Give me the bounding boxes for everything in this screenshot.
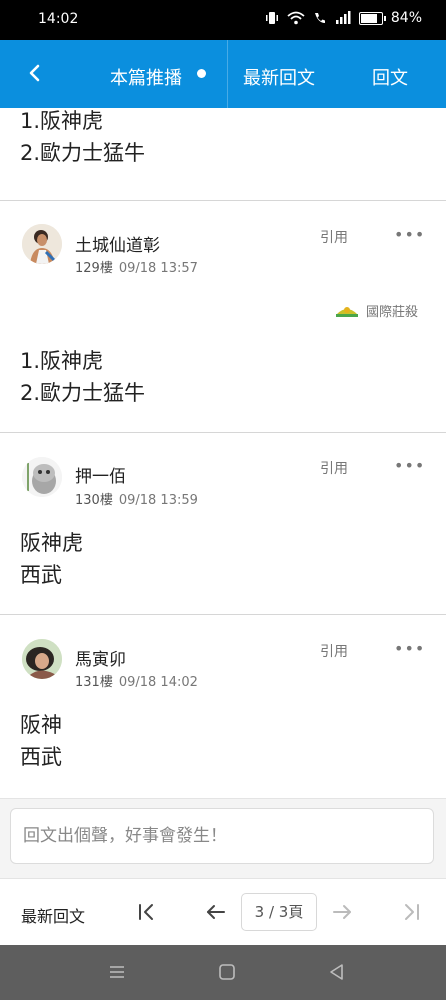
post-line: 西武 xyxy=(20,563,62,587)
previous-page-icon[interactable] xyxy=(203,899,229,925)
pagination-bar: 最新回文 3 / 3頁 xyxy=(0,878,446,946)
post-body: 1.阪神虎 2.歐力士猛牛 xyxy=(20,345,145,409)
quote-button[interactable]: 引用 xyxy=(320,227,348,247)
post-date: 09/18 14:02 xyxy=(118,675,198,690)
vibrate-icon xyxy=(265,12,278,24)
post-date: 09/18 13:57 xyxy=(118,261,198,276)
signal-icon xyxy=(335,11,351,24)
post-line: 2.歐力士猛牛 xyxy=(20,141,146,165)
more-options-button[interactable]: ••• xyxy=(394,225,425,244)
quote-button[interactable]: 引用 xyxy=(320,641,348,661)
username[interactable]: 押一佰 xyxy=(75,462,126,487)
quote-button[interactable]: 引用 xyxy=(320,458,348,478)
post-line: 1.阪神虎 xyxy=(20,109,104,133)
latest-replies-button[interactable]: 最新回文 xyxy=(21,903,85,927)
status-time: 14:02 xyxy=(38,11,79,27)
user-avatar-icon xyxy=(22,639,62,679)
tab-latest-replies[interactable]: 最新回文 xyxy=(243,64,315,90)
call-icon xyxy=(314,13,325,23)
avatar[interactable] xyxy=(22,224,62,264)
post-item: 土城仙道彰 129樓 09/18 13:57 引用 ••• 國際莊殺 1.阪神虎 … xyxy=(0,201,446,432)
signature-badge-icon xyxy=(336,306,358,317)
page-indicator[interactable]: 3 / 3頁 xyxy=(241,893,317,931)
post-body: 阪神虎 西武 xyxy=(20,527,83,591)
post-meta: 131樓 09/18 14:02 xyxy=(75,671,198,690)
back-icon[interactable] xyxy=(327,962,347,982)
more-options-button[interactable]: ••• xyxy=(394,456,425,475)
post-item: 馬寅卯 131樓 09/18 14:02 引用 ••• 阪神 西武 xyxy=(0,615,446,798)
notification-dot-icon xyxy=(197,69,206,78)
home-icon[interactable] xyxy=(217,962,237,982)
thread-content: 1.阪神虎 2.歐力士猛牛 土城仙道彰 129樓 09/18 13:57 引用 •… xyxy=(0,108,446,798)
post-date: 09/18 13:59 xyxy=(118,493,198,508)
first-page-icon[interactable] xyxy=(134,899,160,925)
user-avatar-icon xyxy=(22,457,62,497)
username[interactable]: 土城仙道彰 xyxy=(75,231,160,256)
signature[interactable]: 國際莊殺 xyxy=(336,301,418,320)
battery-percent: 84% xyxy=(390,10,422,26)
top-navbar: 本篇推播 最新回文 回文 xyxy=(0,40,446,108)
more-options-button[interactable]: ••• xyxy=(394,639,425,658)
next-page-icon[interactable] xyxy=(329,899,355,925)
post-meta: 130樓 09/18 13:59 xyxy=(75,489,198,508)
wifi-icon xyxy=(287,11,305,25)
avatar[interactable] xyxy=(22,639,62,679)
post-line: 阪神虎 xyxy=(20,531,83,555)
last-page-icon[interactable] xyxy=(398,899,424,925)
reply-input[interactable]: 回文出個聲，好事會發生！ xyxy=(10,808,434,864)
nav-divider xyxy=(227,40,228,108)
post-line: 阪神 xyxy=(20,713,62,737)
avatar[interactable] xyxy=(22,457,62,497)
post-line: 西武 xyxy=(20,745,62,769)
post-item: 押一佰 130樓 09/18 13:59 引用 ••• 阪神虎 西武 xyxy=(0,433,446,614)
username[interactable]: 馬寅卯 xyxy=(75,645,126,670)
system-nav-bar xyxy=(0,945,446,1000)
back-arrow-icon[interactable] xyxy=(20,58,50,88)
tab-reply[interactable]: 回文 xyxy=(372,64,408,90)
floor-number: 130樓 xyxy=(75,493,113,508)
floor-number: 131樓 xyxy=(75,675,113,690)
post-body: 阪神 西武 xyxy=(20,709,62,773)
post-line: 2.歐力士猛牛 xyxy=(20,381,146,405)
post-line: 1.阪神虎 xyxy=(20,349,104,373)
floor-number: 129樓 xyxy=(75,261,113,276)
menu-icon[interactable] xyxy=(107,962,127,982)
signature-text: 國際莊殺 xyxy=(366,305,419,320)
status-bar: 14:02 84% xyxy=(0,0,446,40)
battery-icon xyxy=(358,11,386,25)
partial-post-body: 1.阪神虎 2.歐力士猛牛 xyxy=(20,108,145,169)
status-icons: 84% xyxy=(265,10,422,26)
tab-push-notifications[interactable]: 本篇推播 xyxy=(110,64,182,90)
user-avatar-icon xyxy=(22,224,62,264)
post-meta: 129樓 09/18 13:57 xyxy=(75,257,198,276)
reply-bar: 回文出個聲，好事會發生！ xyxy=(0,798,446,879)
